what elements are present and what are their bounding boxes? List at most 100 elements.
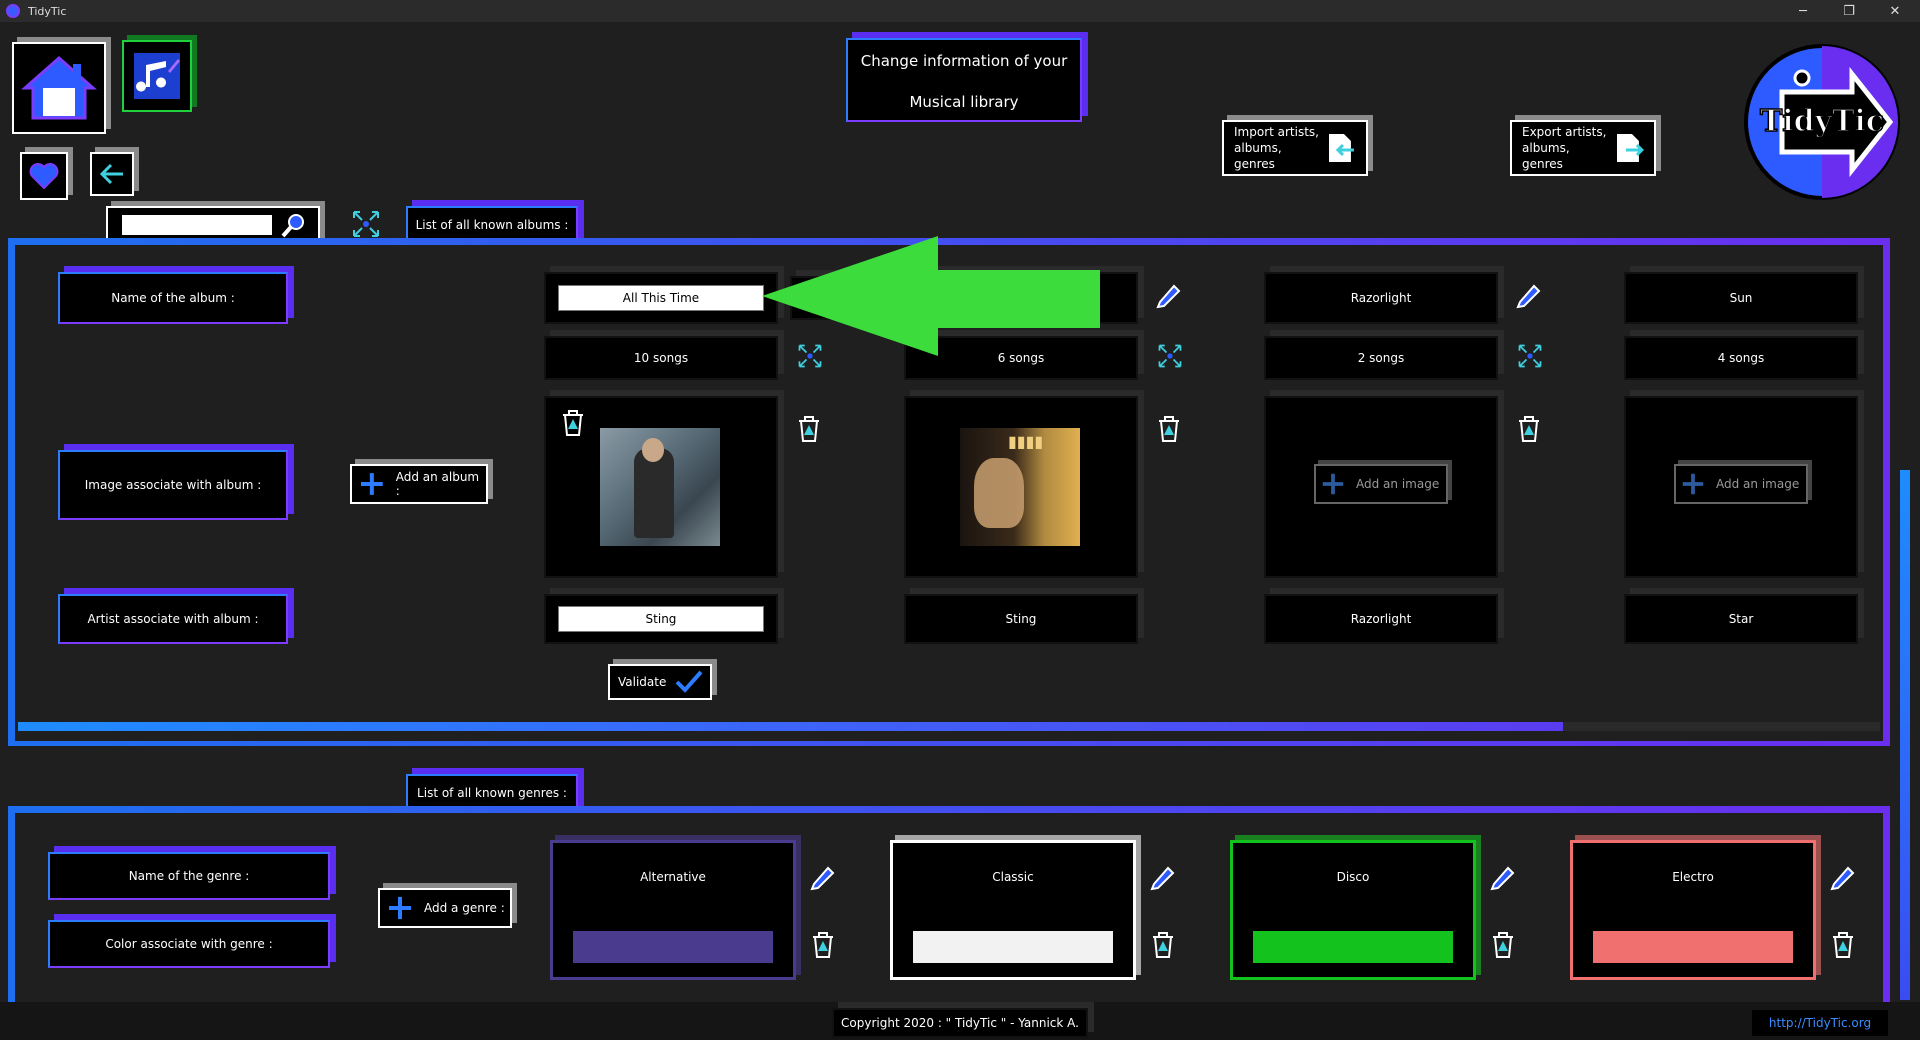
edit-genre-button[interactable] (1486, 860, 1520, 894)
back-button[interactable] (90, 152, 134, 196)
search-icon[interactable] (280, 211, 308, 239)
album-name-input[interactable]: All This Time (558, 285, 764, 311)
tidytic-logo: TidyTic (1742, 42, 1902, 202)
genre-card[interactable]: Classic (890, 840, 1136, 980)
trash-icon (1159, 416, 1179, 442)
website-link[interactable]: http://TidyTic.org (1752, 1010, 1888, 1036)
add-image-label: Add an image (1716, 477, 1800, 491)
add-image-label: Add an image (1356, 477, 1440, 491)
album-artist-text: Sting (904, 594, 1138, 644)
delete-image-button[interactable] (558, 408, 588, 438)
album-image-label: Image associate with album : (58, 450, 288, 520)
genre-color-swatch[interactable] (573, 931, 773, 963)
delete-album-button[interactable] (1514, 414, 1544, 444)
album-artist-label: Artist associate with album : (58, 594, 288, 644)
favorites-button[interactable] (20, 152, 68, 200)
delete-album-button[interactable] (794, 414, 824, 444)
delete-genre-button[interactable] (808, 930, 838, 960)
import-label-line1: Import artists, (1234, 125, 1319, 139)
edit-album-button[interactable] (1512, 278, 1546, 312)
expand-album-button[interactable] (1514, 340, 1546, 372)
album-song-count: 4 songs (1624, 336, 1858, 380)
pencil-icon (1490, 866, 1515, 891)
plus-icon (1322, 473, 1344, 495)
scrollbar-thumb[interactable] (18, 722, 1564, 731)
plus-icon (1682, 473, 1704, 495)
export-label-line2: albums, genres (1522, 141, 1570, 171)
genre-card[interactable]: Disco (1230, 840, 1476, 980)
pencil-icon (1156, 284, 1181, 309)
album-name-text: Razorlight (1264, 272, 1498, 324)
add-image-button[interactable]: Add an image (1314, 464, 1448, 504)
page-title-line2: Musical library (909, 93, 1019, 111)
add-genre-button[interactable]: Add a genre : (378, 888, 512, 928)
import-label-line2: albums, genres (1234, 141, 1282, 171)
genre-name-label: Name of the genre : (48, 852, 330, 900)
edit-genre-button[interactable] (1146, 860, 1180, 894)
annotation-arrow-icon (762, 236, 1100, 356)
pencil-icon (1830, 866, 1855, 891)
window-title: TidyTic (28, 4, 67, 18)
arrow-left-icon (99, 163, 123, 185)
delete-album-button[interactable] (1154, 414, 1184, 444)
pencil-icon (1150, 866, 1175, 891)
albums-horizontal-scrollbar[interactable] (18, 722, 1880, 731)
genre-color-swatch[interactable] (1253, 931, 1453, 963)
genre-name: Electro (1672, 870, 1714, 884)
album-image-cell: Add an image (1624, 396, 1858, 578)
trash-icon (799, 416, 819, 442)
trash-icon (1493, 932, 1513, 958)
delete-genre-button[interactable] (1488, 930, 1518, 960)
export-button[interactable]: Export artists, albums, genres (1510, 120, 1656, 176)
album-name-text: Sun (1624, 272, 1858, 324)
add-album-button[interactable]: Add an album : (350, 464, 488, 504)
add-genre-label: Add a genre : (424, 901, 505, 915)
album-song-count: 10 songs (544, 336, 778, 380)
page-title-line1: Change information of your (860, 52, 1068, 70)
add-image-button[interactable]: Add an image (1674, 464, 1808, 504)
music-note-icon (134, 53, 180, 99)
import-button[interactable]: Import artists, albums, genres (1222, 120, 1368, 176)
album-artist-text: Star (1624, 594, 1858, 644)
window-title-bar: TidyTic ─ ❐ ✕ (0, 0, 1920, 22)
genre-color-label: Color associate with genre : (48, 920, 330, 968)
pencil-icon (810, 866, 835, 891)
page-vertical-scrollbar[interactable] (1900, 470, 1910, 1000)
edit-album-button[interactable] (1152, 278, 1186, 312)
trash-icon (563, 410, 583, 436)
trash-icon (1833, 932, 1853, 958)
expand-all-button[interactable] (348, 206, 384, 242)
validate-label: Validate (618, 675, 667, 689)
genre-card[interactable]: Alternative (550, 840, 796, 980)
album-cover-image (600, 428, 720, 546)
trash-icon (813, 932, 833, 958)
music-library-button[interactable] (122, 40, 192, 112)
delete-genre-button[interactable] (1148, 930, 1178, 960)
trash-icon (1519, 416, 1539, 442)
maximize-button[interactable]: ❐ (1826, 0, 1872, 22)
album-artist-input[interactable]: Sting (558, 606, 764, 632)
edit-genre-button[interactable] (806, 860, 840, 894)
album-song-count: 2 songs (1264, 336, 1498, 380)
album-artist-text: Razorlight (1264, 594, 1498, 644)
album-image-cell: Add an image (1264, 396, 1498, 578)
expand-arrows-icon (1518, 344, 1542, 368)
copyright-text: Copyright 2020 : " TidyTic " - Yannick A… (832, 1008, 1088, 1038)
genre-color-swatch[interactable] (913, 931, 1113, 963)
validate-button[interactable]: Validate (608, 664, 712, 700)
delete-genre-button[interactable] (1828, 930, 1858, 960)
minimize-button[interactable]: ─ (1780, 0, 1826, 22)
trash-icon (1153, 932, 1173, 958)
close-button[interactable]: ✕ (1872, 0, 1918, 22)
check-icon (675, 670, 703, 693)
genre-name: Classic (992, 870, 1034, 884)
genre-card[interactable]: Electro (1570, 840, 1816, 980)
edit-genre-button[interactable] (1826, 860, 1860, 894)
search-input[interactable] (122, 215, 272, 235)
expand-album-button[interactable] (1154, 340, 1186, 372)
expand-arrows-icon (353, 211, 379, 237)
genre-color-swatch[interactable] (1593, 931, 1793, 963)
plus-icon (360, 473, 383, 495)
home-button[interactable] (12, 42, 106, 134)
home-icon (21, 55, 97, 120)
